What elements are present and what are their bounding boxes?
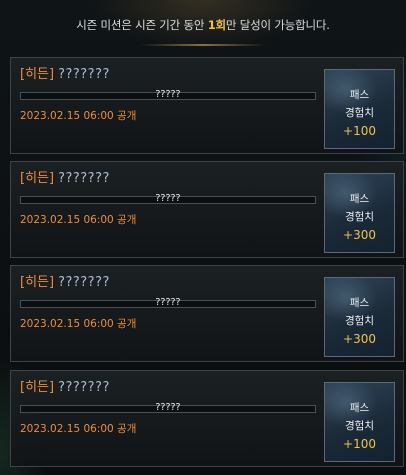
mission-progress-text: ????? — [155, 402, 181, 413]
mission-tag: [히든] — [20, 171, 55, 186]
mission-name: ??????? — [58, 67, 110, 82]
mission-card[interactable]: [히든]??????? ????? 2023.02.15 06:00 공개 패스… — [10, 57, 404, 154]
season-mission-notice: 시즌 미션은 시즌 기간 동안 1회만 달성이 가능합니다. — [0, 0, 406, 50]
mission-card[interactable]: [히든]??????? ????? 2023.02.15 06:00 공개 패스… — [10, 265, 404, 362]
notice-text-after: 만 달성이 가능합니다. — [225, 18, 330, 32]
mission-tag: [히든] — [20, 67, 55, 82]
mission-reveal-date: 2023.02.15 06:00 공개 — [20, 423, 137, 435]
mission-reveal-date: 2023.02.15 06:00 공개 — [20, 110, 137, 122]
mission-title: [히든]??????? — [20, 380, 110, 396]
mission-card[interactable]: [히든]??????? ????? 2023.02.15 06:00 공개 패스… — [10, 370, 404, 467]
notice-text-before: 시즌 미션은 시즌 기간 동안 — [76, 18, 208, 32]
mission-title: [히든]??????? — [20, 275, 110, 291]
reward-value: +100 — [343, 124, 376, 138]
notice-highlight: 1회 — [207, 18, 226, 32]
reward-label-pass: 패스 — [349, 297, 370, 309]
reward-value: +300 — [343, 228, 376, 242]
mission-name: ??????? — [58, 275, 110, 290]
reward-label-exp: 경험치 — [345, 420, 374, 432]
mission-reveal-date: 2023.02.15 06:00 공개 — [20, 214, 137, 226]
reward-box: 패스 경험치 +300 — [324, 173, 395, 253]
reward-label-exp: 경험치 — [345, 211, 374, 223]
header-divider — [140, 44, 266, 46]
mission-title: [히든]??????? — [20, 67, 110, 83]
mission-name: ??????? — [58, 380, 110, 395]
reward-box: 패스 경험치 +100 — [324, 382, 395, 462]
reward-label-pass: 패스 — [349, 89, 370, 101]
mission-progress-text: ????? — [155, 193, 181, 204]
reward-box: 패스 경험치 +100 — [324, 69, 395, 149]
mission-tag: [히든] — [20, 275, 55, 290]
reward-value: +100 — [343, 437, 376, 451]
mission-progress-text: ????? — [155, 297, 181, 308]
reward-label-pass: 패스 — [349, 193, 370, 205]
mission-title: [히든]??????? — [20, 171, 110, 187]
mission-name: ??????? — [58, 171, 110, 186]
mission-card[interactable]: [히든]??????? ????? 2023.02.15 06:00 공개 패스… — [10, 161, 404, 258]
mission-tag: [히든] — [20, 380, 55, 395]
reward-value: +300 — [343, 332, 376, 346]
reward-label-exp: 경험치 — [345, 315, 374, 327]
reward-label-pass: 패스 — [349, 402, 370, 414]
reward-label-exp: 경험치 — [345, 107, 374, 119]
reward-box: 패스 경험치 +300 — [324, 277, 395, 357]
mission-progress-text: ????? — [155, 89, 181, 100]
mission-reveal-date: 2023.02.15 06:00 공개 — [20, 318, 137, 330]
